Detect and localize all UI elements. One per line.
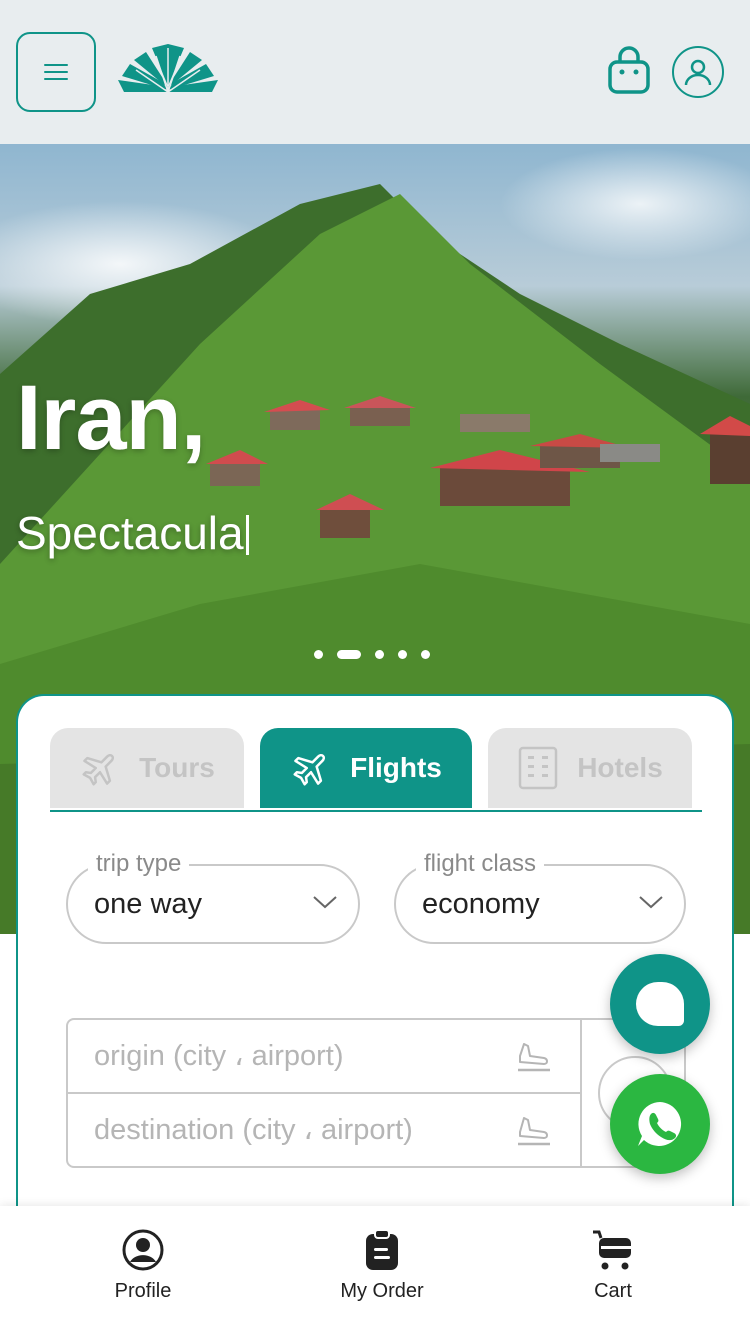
flight-class-value: economy (422, 888, 540, 920)
tab-hotels-label: Hotels (577, 752, 663, 783)
trip-type-legend: trip type (88, 850, 190, 878)
chevron-down-icon (313, 896, 337, 909)
nav-profile[interactable]: Profile (63, 1228, 223, 1318)
hero-subtitle-text: Spectacula (16, 507, 244, 559)
route-divider (580, 1020, 582, 1166)
shopping-bag-icon[interactable] (606, 46, 652, 96)
typing-caret (245, 515, 249, 555)
menu-button[interactable] (16, 32, 96, 112)
search-tabs: Tours Flights Hotels (50, 728, 702, 812)
flight-class-legend: flight class (416, 850, 545, 878)
chevron-down-icon (639, 896, 663, 909)
bottom-navigation: Profile My Order Cart (0, 1206, 750, 1334)
building-icon (518, 746, 558, 790)
nav-profile-label: Profile (114, 1280, 172, 1302)
hamburger-icon (44, 64, 68, 80)
cart-icon (593, 1230, 631, 1270)
destination-field[interactable]: destination (city ، airport) (68, 1094, 580, 1168)
origin-field[interactable]: origin (city ، airport) (68, 1020, 580, 1094)
origin-placeholder: origin (city ، airport) (94, 1040, 344, 1072)
clipboard-icon (366, 1229, 398, 1270)
profile-icon (122, 1229, 164, 1271)
route-fields: origin (city ، airport) destination (cit… (66, 1018, 686, 1168)
destination-placeholder: destination (city ، airport) (94, 1114, 413, 1146)
flight-class-select[interactable]: flight class economy (394, 850, 686, 944)
plane-landing-icon (518, 1117, 550, 1146)
trip-type-select[interactable]: trip type one way (66, 850, 360, 944)
carousel-dot-active[interactable] (337, 650, 361, 659)
brand-logo[interactable] (116, 42, 220, 96)
user-icon (684, 59, 712, 86)
nav-my-order[interactable]: My Order (302, 1228, 462, 1318)
airplane-icon (293, 753, 326, 786)
trip-type-value: one way (94, 888, 203, 920)
whatsapp-button[interactable] (610, 1074, 710, 1174)
carousel-dot[interactable] (398, 650, 407, 659)
carousel-dot[interactable] (314, 650, 323, 659)
carousel-dots (314, 650, 430, 659)
tab-tours[interactable]: Tours (50, 728, 244, 808)
user-account-button[interactable] (672, 46, 724, 98)
tab-tours-label: Tours (139, 752, 215, 783)
airplane-icon (82, 753, 115, 786)
tab-flights-label: Flights (350, 752, 442, 783)
nav-my-order-label: My Order (340, 1280, 424, 1302)
app-header (0, 0, 750, 144)
plane-landing-icon (518, 1043, 550, 1072)
hero-subtitle: Spectacula (16, 506, 249, 560)
tab-hotels[interactable]: Hotels (488, 728, 692, 808)
carousel-dot[interactable] (421, 650, 430, 659)
chat-button[interactable] (610, 954, 710, 1054)
nav-cart-label: Cart (594, 1280, 632, 1302)
nav-cart[interactable]: Cart (533, 1228, 693, 1318)
carousel-dot[interactable] (375, 650, 384, 659)
whatsapp-icon (638, 1102, 682, 1146)
chat-bubble-icon (636, 982, 684, 1026)
tab-flights[interactable]: Flights (260, 728, 472, 808)
hero-title: Iran, (16, 367, 206, 469)
